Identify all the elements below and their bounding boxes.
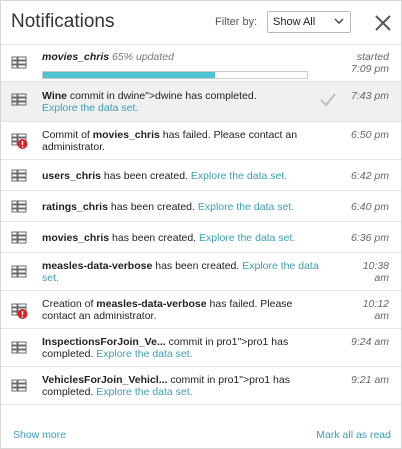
explore-link[interactable]: Explore the data set. [198,201,294,213]
dataset-name: VehiclesForJoin_Vehicl... [42,374,168,386]
dataset-grid-icon [11,93,27,106]
time-line-2: am [374,272,389,284]
time-line-1: 10:38 [362,260,389,272]
notification-item[interactable]: users_chris has been created. Explore th… [1,160,401,191]
explore-link[interactable]: Explore the data set. [199,232,295,244]
notification-item[interactable]: Commit of movies_chris has failed. Pleas… [1,122,401,160]
message-text: has been created. [109,232,197,244]
dataset-grid-icon [11,379,27,392]
dataset-name: measles-data-verbose [42,260,153,272]
filter-label: Filter by: [215,16,258,28]
notification-time: 6:36 pm [351,232,389,244]
dataset-error-icon [11,303,28,319]
notification-item[interactable]: InspectionsForJoin_Ve... commit in pro1"… [1,329,401,367]
dataset-name: movies_chris [92,129,160,141]
notification-item[interactable]: movies_chris has been created. Explore t… [1,222,401,253]
explore-link[interactable]: Explore the data set. [96,348,192,360]
message-text: has been created. [152,260,240,272]
dataset-grid-icon [11,169,27,182]
notifications-header: Notifications Filter by: Show All [1,1,401,45]
filter-select[interactable]: Show All [267,11,351,33]
progress-bar-fill [43,72,215,78]
notifications-panel: Notifications Filter by: Show All movies… [0,0,402,449]
notification-time: 6:40 pm [351,201,389,213]
explore-link[interactable]: Explore the data set. [96,386,192,398]
notification-time: 9:21 am [351,374,389,386]
dataset-grid-icon [11,341,27,354]
notification-item[interactable]: ratings_chris has been created. Explore … [1,191,401,222]
progress-text: 65% updated [112,51,174,63]
notification-time: 6:50 pm [351,129,389,141]
notification-time: started 7:09 pm [329,51,389,75]
notification-list: movies_chris 65% updated started 7:09 pm… [1,45,401,405]
time-line-1: started [356,51,389,63]
dataset-grid-icon [11,200,27,213]
message-prefix: Creation of [42,298,97,310]
notification-message: movies_chris 65% updated [42,51,323,63]
dataset-grid-icon [11,265,27,278]
notification-item[interactable]: Creation of measles-data-verbose has fai… [1,291,401,329]
dataset-name: ratings_chris [42,201,108,213]
message-text: has been created. [107,201,195,213]
filter-selected-value: Show All [273,16,316,28]
message-text: commit in dwine">dwine has completed. [67,90,257,102]
notification-message: Commit of movies_chris has failed. Pleas… [42,129,323,153]
message-prefix: Commit of [42,129,93,141]
show-more-link[interactable]: Show more [13,429,66,441]
dataset-name: InspectionsForJoin_Ve... [42,336,166,348]
notification-item[interactable]: VehiclesForJoin_Vehicl... commit in pro1… [1,367,401,405]
explore-link[interactable]: Explore the data set. [42,102,138,114]
notification-time: 9:24 am [351,336,389,348]
dataset-name: movies_chris [42,51,110,63]
time-line-2: am [374,310,389,322]
notification-time: 10:38 am [329,260,389,284]
time-line-2: 7:09 pm [351,63,389,75]
notification-item[interactable]: Wine commit in dwine">dwine has complete… [1,82,401,122]
dataset-name: Wine [42,90,67,102]
notification-message: InspectionsForJoin_Ve... commit in pro1"… [42,336,323,360]
notifications-footer: Show more Mark all as read [1,421,401,449]
notification-item[interactable]: measles-data-verbose has been created. E… [1,253,401,291]
progress-bar [42,71,308,79]
close-icon[interactable] [373,13,393,33]
notification-item-progress[interactable]: movies_chris 65% updated started 7:09 pm [1,45,401,82]
dataset-error-icon [11,133,28,149]
message-text: has been created. [100,170,188,182]
dataset-name: measles-data-verbose [96,298,207,310]
dataset-grid-icon [11,231,27,244]
notification-message: VehiclesForJoin_Vehicl... commit in pro1… [42,374,323,398]
notification-time: 7:43 pm [351,90,389,102]
dataset-name: movies_chris [42,232,110,244]
mark-all-read-link[interactable]: Mark all as read [316,429,391,441]
notification-time: 6:42 pm [351,170,389,182]
notification-message: Wine commit in dwine">dwine has complete… [42,90,323,114]
notification-message: measles-data-verbose has been created. E… [42,260,323,284]
notification-time: 10:12 am [329,298,389,322]
chevron-down-icon [334,18,344,24]
notification-message: Creation of measles-data-verbose has fai… [42,298,323,322]
time-line-1: 10:12 [362,298,389,310]
dataset-grid-icon [11,56,27,69]
explore-link[interactable]: Explore the data set. [191,170,287,182]
dataset-name: users_chris [42,170,101,182]
panel-title: Notifications [11,11,115,32]
